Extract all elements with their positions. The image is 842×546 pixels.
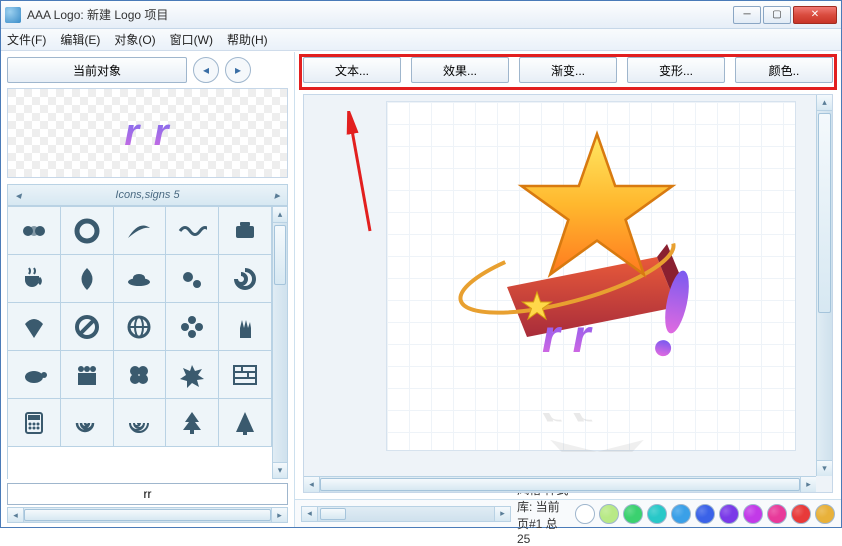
menu-edit[interactable]: 编辑(E) xyxy=(60,31,100,48)
left-panel: 当前对象 ◂ ▸ r r ◂ Icons,signs 5 ▸ ▴ ▾ xyxy=(1,52,295,527)
swatch[interactable] xyxy=(791,504,811,524)
menu-file[interactable]: 文件(F) xyxy=(7,31,46,48)
icon-clover[interactable] xyxy=(114,351,167,399)
input-hscroll[interactable]: ◂ ▸ xyxy=(7,507,288,523)
canvas-vscroll-thumb[interactable] xyxy=(818,113,831,313)
window-title: AAA Logo: 新建 Logo 项目 xyxy=(27,6,731,23)
icon-calc[interactable] xyxy=(8,399,61,447)
statusbar: ◂ ▸ 风格 样式库: 当前页#1 总 25 xyxy=(295,499,841,527)
icon-swoosh[interactable] xyxy=(114,207,167,255)
icon-turtle[interactable] xyxy=(8,351,61,399)
gradient-button[interactable]: 渐变... xyxy=(519,57,617,83)
canvas-hscroll-thumb[interactable] xyxy=(320,478,800,491)
icon-tree2[interactable] xyxy=(219,399,272,447)
icon-grid xyxy=(7,206,272,479)
right-toolbar: 文本... 效果... 渐变... 变形... 颜色.. xyxy=(295,52,841,88)
swatch[interactable] xyxy=(575,504,595,524)
menu-help[interactable]: 帮助(H) xyxy=(227,31,268,48)
swatch[interactable] xyxy=(719,504,739,524)
canvas-scroll-down-icon[interactable]: ▾ xyxy=(817,460,832,476)
library-header: ◂ Icons,signs 5 ▸ xyxy=(7,184,288,206)
left-toolbar: 当前对象 ◂ ▸ xyxy=(1,52,294,88)
icon-spiral[interactable] xyxy=(61,399,114,447)
icon-cup[interactable] xyxy=(8,255,61,303)
logo-canvas[interactable]: r r r r xyxy=(386,101,796,451)
icon-ring[interactable] xyxy=(61,207,114,255)
swatch[interactable] xyxy=(743,504,763,524)
annotation-arrow-icon xyxy=(340,111,380,241)
svg-text:r r: r r xyxy=(542,310,593,362)
icon-flower[interactable] xyxy=(166,303,219,351)
app-window: AAA Logo: 新建 Logo 项目 ─ ▢ ✕ 文件(F) 编辑(E) 对… xyxy=(0,0,842,528)
icon-swirl[interactable] xyxy=(219,255,272,303)
hscroll-thumb[interactable] xyxy=(24,509,271,521)
icon-saucer[interactable] xyxy=(114,255,167,303)
style-scroll-left-icon[interactable]: ◂ xyxy=(302,507,318,521)
vscroll-thumb[interactable] xyxy=(274,225,286,285)
icon-spiral2[interactable] xyxy=(114,399,167,447)
library-title: Icons,signs 5 xyxy=(28,189,267,201)
text-button[interactable]: 文本... xyxy=(303,57,401,83)
app-icon xyxy=(5,7,21,23)
canvas-vscroll[interactable]: ▴ ▾ xyxy=(816,95,832,476)
icon-bricks[interactable] xyxy=(219,351,272,399)
icon-gears[interactable] xyxy=(166,255,219,303)
scroll-left-icon[interactable]: ◂ xyxy=(8,508,24,522)
minimize-button[interactable]: ─ xyxy=(733,6,761,24)
logo-artwork: r r r r xyxy=(387,102,797,452)
canvas-scroll-right-icon[interactable]: ▸ xyxy=(800,477,816,492)
swatch[interactable] xyxy=(695,504,715,524)
icon-grid-vscroll[interactable]: ▴ ▾ xyxy=(272,206,288,479)
icon-globe[interactable] xyxy=(114,303,167,351)
close-button[interactable]: ✕ xyxy=(793,6,837,24)
swatch[interactable] xyxy=(647,504,667,524)
menu-object[interactable]: 对象(O) xyxy=(114,31,155,48)
effect-button[interactable]: 效果... xyxy=(411,57,509,83)
current-object-button[interactable]: 当前对象 xyxy=(7,57,187,83)
library-prev-button[interactable]: ◂ xyxy=(8,189,28,202)
swatch[interactable] xyxy=(623,504,643,524)
swatch[interactable] xyxy=(599,504,619,524)
swatch[interactable] xyxy=(815,504,835,524)
maximize-button[interactable]: ▢ xyxy=(763,6,791,24)
canvas-scroll-up-icon[interactable]: ▴ xyxy=(817,95,832,111)
scroll-down-icon[interactable]: ▾ xyxy=(273,462,287,478)
color-button[interactable]: 颜色.. xyxy=(735,57,833,83)
canvas-scroll-left-icon[interactable]: ◂ xyxy=(304,477,320,492)
color-swatches xyxy=(575,504,835,524)
swatch[interactable] xyxy=(671,504,691,524)
icon-hand[interactable] xyxy=(219,303,272,351)
next-object-button[interactable]: ▸ xyxy=(225,57,251,83)
scroll-up-icon[interactable]: ▴ xyxy=(273,207,287,223)
icon-wave[interactable] xyxy=(166,207,219,255)
scroll-right-icon[interactable]: ▸ xyxy=(271,508,287,522)
right-panel: 文本... 效果... 渐变... 变形... 颜色.. xyxy=(295,52,841,527)
icon-tree[interactable] xyxy=(166,399,219,447)
library-next-button[interactable]: ▸ xyxy=(267,189,287,202)
icon-leaf[interactable] xyxy=(61,255,114,303)
titlebar: AAA Logo: 新建 Logo 项目 ─ ▢ ✕ xyxy=(1,1,841,29)
preview-text: r r xyxy=(124,112,170,155)
window-controls: ─ ▢ ✕ xyxy=(731,6,837,24)
content: 当前对象 ◂ ▸ r r ◂ Icons,signs 5 ▸ ▴ ▾ xyxy=(1,51,841,527)
style-scroll-right-icon[interactable]: ▸ xyxy=(494,507,510,521)
transform-button[interactable]: 变形... xyxy=(627,57,725,83)
icon-faces[interactable] xyxy=(8,207,61,255)
canvas-area: r r r r ▴ xyxy=(303,94,833,493)
text-input[interactable] xyxy=(7,483,288,505)
style-hscroll-thumb[interactable] xyxy=(320,508,346,520)
menubar: 文件(F) 编辑(E) 对象(O) 窗口(W) 帮助(H) xyxy=(1,29,841,51)
icon-splat[interactable] xyxy=(166,351,219,399)
style-hscroll[interactable]: ◂ ▸ xyxy=(301,506,511,522)
canvas-hscroll[interactable]: ◂ ▸ xyxy=(304,476,816,492)
object-preview: r r xyxy=(7,88,288,178)
icon-people[interactable] xyxy=(61,351,114,399)
menu-window[interactable]: 窗口(W) xyxy=(170,31,213,48)
icon-shell[interactable] xyxy=(8,303,61,351)
swatch[interactable] xyxy=(767,504,787,524)
prev-object-button[interactable]: ◂ xyxy=(193,57,219,83)
svg-text:r r: r r xyxy=(542,409,593,427)
icon-no[interactable] xyxy=(61,303,114,351)
icon-phone[interactable] xyxy=(219,207,272,255)
